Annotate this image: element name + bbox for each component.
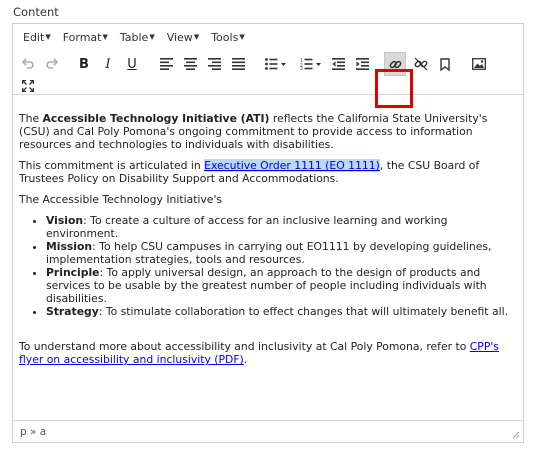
- intro-text-start: The: [19, 112, 43, 125]
- toolbar: B I U 123: [13, 50, 523, 108]
- content-field-label: Content: [13, 5, 59, 19]
- unlink-button[interactable]: [410, 52, 432, 76]
- resize-handle-icon[interactable]: [512, 431, 520, 439]
- list-term: Vision: [46, 214, 84, 227]
- align-justify-icon: [231, 58, 245, 70]
- menu-edit[interactable]: Edit ▼: [17, 27, 57, 47]
- indent-button[interactable]: [351, 52, 373, 76]
- list-item: Principle: To apply universal design, an…: [46, 266, 517, 305]
- eo1111-link[interactable]: Executive Order 1111 (EO 1111): [204, 159, 380, 172]
- bullet-list-button[interactable]: [261, 52, 291, 76]
- editor-content[interactable]: The Accessible Technology Initiative (AT…: [19, 112, 517, 374]
- menu-tools-label: Tools: [211, 30, 239, 44]
- svg-text:3: 3: [300, 66, 303, 70]
- underline-button[interactable]: U: [121, 52, 143, 76]
- menu-view[interactable]: View ▼: [161, 27, 206, 47]
- statusbar: p » a: [13, 420, 523, 442]
- list-text: : To stimulate collaboration to effect c…: [98, 305, 509, 318]
- paragraph-commitment: This commitment is articulated in Execut…: [19, 159, 517, 185]
- list-text: : To apply universal design, an approach…: [46, 266, 487, 305]
- paragraph-intro: The Accessible Technology Initiative (AT…: [19, 112, 517, 151]
- align-justify-button[interactable]: [227, 52, 249, 76]
- list-text: : To help CSU campuses in carrying out E…: [46, 240, 492, 266]
- align-center-button[interactable]: [179, 52, 201, 76]
- insert-image-button[interactable]: [468, 52, 490, 76]
- undo-icon: [21, 58, 34, 69]
- list-item: Strategy: To stimulate collaboration to …: [46, 305, 517, 318]
- bullet-list-icon: [265, 58, 286, 70]
- caret-down-icon: ▼: [149, 33, 155, 41]
- list-term: Strategy: [46, 305, 99, 318]
- element-path[interactable]: p » a: [20, 426, 46, 438]
- indent-icon: [355, 58, 369, 70]
- caret-down-icon: ▼: [45, 33, 51, 41]
- list-term: Mission: [46, 240, 93, 253]
- caret-down-icon: ▼: [239, 33, 245, 41]
- more-info-text-start: To understand more about accessibility a…: [19, 340, 470, 353]
- italic-button[interactable]: I: [97, 52, 119, 76]
- menubar: Edit ▼ Format ▼ Table ▼ View ▼ Tools ▼: [13, 24, 523, 50]
- menu-table[interactable]: Table ▼: [114, 27, 161, 47]
- image-icon: [472, 58, 486, 70]
- caret-down-icon: ▼: [193, 33, 200, 41]
- menu-view-label: View: [166, 30, 193, 44]
- underline-icon: U: [127, 56, 137, 72]
- italic-icon: I: [105, 56, 111, 72]
- align-right-icon: [207, 58, 221, 70]
- redo-icon: [46, 58, 59, 69]
- paragraph-more-info: To understand more about accessibility a…: [19, 340, 517, 366]
- menu-table-label: Table: [119, 30, 149, 44]
- redo-button[interactable]: [41, 52, 63, 76]
- paragraph-ati-heading: The Accessible Technology Initiative's: [19, 193, 223, 206]
- list-term: Principle: [46, 266, 100, 279]
- ati-goals-list: Vision: To create a culture of access fo…: [19, 214, 517, 318]
- bookmark-icon: [440, 57, 450, 71]
- bold-button[interactable]: B: [73, 52, 95, 76]
- commitment-text-start: This commitment is articulated in: [19, 159, 205, 172]
- bookmark-button[interactable]: [434, 52, 456, 76]
- undo-button[interactable]: [17, 52, 39, 76]
- list-item: Vision: To create a culture of access fo…: [46, 214, 517, 240]
- link-button-highlight: [375, 69, 413, 108]
- numbered-list-icon: 123: [300, 58, 321, 70]
- fullscreen-icon: [22, 80, 34, 92]
- outdent-icon: [331, 58, 345, 70]
- more-info-text-end: .: [243, 353, 248, 366]
- menu-format[interactable]: Format ▼: [57, 27, 114, 47]
- align-left-icon: [159, 58, 173, 70]
- menu-tools[interactable]: Tools ▼: [205, 27, 251, 47]
- list-item: Mission: To help CSU campuses in carryin…: [46, 240, 517, 266]
- align-right-button[interactable]: [203, 52, 225, 76]
- bold-icon: B: [79, 56, 89, 72]
- menu-edit-label: Edit: [23, 30, 45, 44]
- numbered-list-button[interactable]: 123: [296, 52, 326, 76]
- align-left-button[interactable]: [155, 52, 177, 76]
- fullscreen-button[interactable]: [17, 74, 39, 98]
- align-center-icon: [183, 58, 197, 70]
- rich-text-editor: Edit ▼ Format ▼ Table ▼ View ▼ Tools ▼ B I U: [12, 23, 524, 443]
- ati-name: Accessible Technology Initiative (ATI): [42, 112, 270, 125]
- list-text: : To create a culture of access for an i…: [46, 214, 448, 240]
- unlink-icon: [414, 57, 428, 71]
- caret-down-icon: ▼: [102, 33, 108, 41]
- menu-format-label: Format: [62, 30, 102, 44]
- outdent-button[interactable]: [327, 52, 349, 76]
